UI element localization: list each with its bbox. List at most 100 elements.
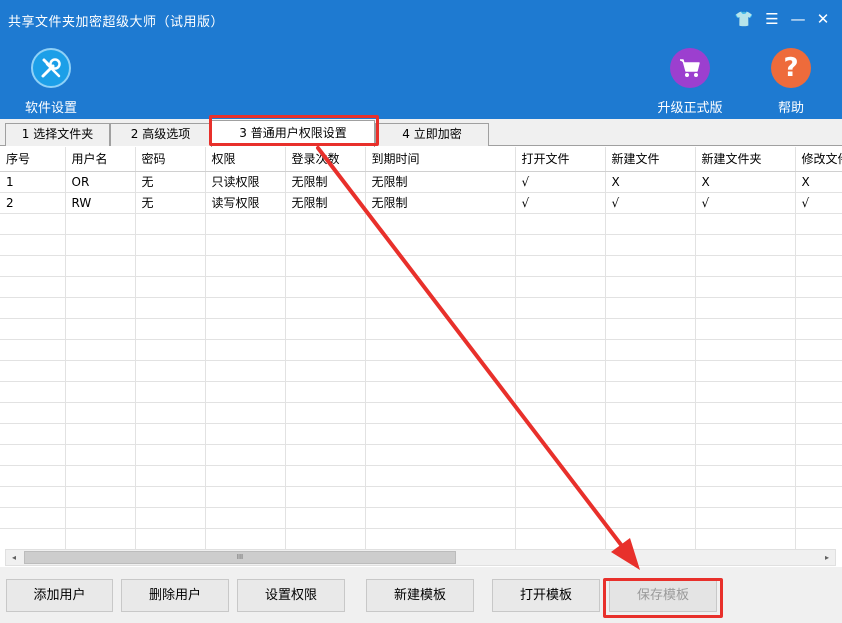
empty-cell [285,486,366,508]
tab-advanced-options[interactable]: 2 高级选项 [110,123,211,146]
table-row[interactable]: 1 OR 无只读权限 无限制 无限制 √ X X X [0,171,842,193]
close-icon[interactable]: ✕ [813,9,833,29]
empty-cell [205,528,286,549]
empty-cell [515,297,606,319]
column-header[interactable]: 修改文件 [795,147,842,172]
empty-cell [205,507,286,529]
table-cell: 无限制 [365,192,516,214]
empty-cell [135,213,206,235]
column-header[interactable]: 序号 [0,147,66,172]
software-settings-button[interactable]: 软件设置 [11,48,91,116]
empty-cell [0,213,66,235]
empty-cell [285,318,366,340]
empty-cell [605,486,696,508]
empty-cell [0,255,66,277]
table-cell: 只读权限 [205,171,286,193]
empty-cell [205,465,286,487]
empty-cell [135,360,206,382]
tab-select-folder[interactable]: 1 选择文件夹 [5,123,110,146]
shopping-cart-icon [670,48,710,88]
empty-cell [205,339,286,361]
column-header[interactable]: 新建文件夹 [695,147,796,172]
empty-cell [515,318,606,340]
empty-cell [65,381,136,403]
help-button[interactable]: ? 帮助 [751,48,831,116]
empty-cell [65,339,136,361]
empty-cell [65,507,136,529]
empty-cell [65,234,136,256]
column-header[interactable]: 密码 [135,147,206,172]
empty-cell [795,402,842,424]
empty-cell [365,528,516,549]
empty-cell [695,234,796,256]
column-header[interactable]: 权限 [205,147,286,172]
column-header[interactable]: 登录次数 [285,147,366,172]
table-cell: 无 [135,192,206,214]
scroll-right-icon[interactable]: ▸ [819,550,835,565]
empty-cell [65,486,136,508]
set-permission-button[interactable]: 设置权限 [237,579,345,612]
empty-cell [285,381,366,403]
tab-encrypt-now[interactable]: 4 立即加密 [375,123,489,146]
empty-cell [285,360,366,382]
empty-cell [0,381,66,403]
empty-cell [695,444,796,466]
scroll-left-icon[interactable]: ◂ [6,550,22,565]
empty-cell [515,486,606,508]
table-cell: 无 [135,171,206,193]
user-permission-table: 序号用户名密码权限登录次数到期时间打开文件新建文件新建文件夹修改文件 1OR无只… [0,147,842,549]
empty-table-row [0,360,842,382]
delete-user-button[interactable]: 删除用户 [121,579,229,612]
empty-cell [515,507,606,529]
column-header[interactable]: 用户名 [65,147,136,172]
table-cell: 无限制 [365,171,516,193]
table-cell: 读写权限 [205,192,286,214]
empty-cell [205,255,286,277]
window-title: 共享文件夹加密超级大师（试用版） [8,15,225,30]
empty-cell [0,528,66,549]
horizontal-scrollbar[interactable]: ◂ III ▸ [5,549,836,566]
empty-cell [695,528,796,549]
menu-icon[interactable]: ☰ [762,9,782,29]
empty-cell [135,255,206,277]
open-template-button[interactable]: 打开模板 [492,579,600,612]
empty-cell [515,465,606,487]
upgrade-button[interactable]: 升级正式版 [650,48,730,116]
empty-cell [795,381,842,403]
scrollbar-thumb[interactable]: III [24,551,456,564]
new-template-button[interactable]: 新建模板 [366,579,474,612]
empty-table-row [0,318,842,340]
empty-cell [365,213,516,235]
empty-cell [65,213,136,235]
empty-cell [695,297,796,319]
table-cell: √ [515,192,606,214]
table-row[interactable]: 2 RW 无读写权限 无限制 无限制 √ √ √ √ [0,192,842,214]
empty-cell [695,339,796,361]
empty-cell [0,486,66,508]
empty-cell [205,234,286,256]
empty-cell [365,318,516,340]
empty-cell [515,213,606,235]
tab-bar: 1 选择文件夹 2 高级选项 3 普通用户权限设置 4 立即加密 [0,119,842,147]
empty-cell [515,381,606,403]
empty-cell [205,297,286,319]
empty-cell [135,444,206,466]
column-header[interactable]: 新建文件 [605,147,696,172]
empty-cell [0,507,66,529]
empty-cell [285,465,366,487]
empty-cell [0,234,66,256]
column-header[interactable]: 打开文件 [515,147,606,172]
empty-cell [605,318,696,340]
table-cell: 无限制 [285,171,366,193]
empty-cell [695,402,796,424]
skin-icon[interactable]: 👕 [734,9,754,29]
column-header[interactable]: 到期时间 [365,147,516,172]
title-header: 共享文件夹加密超级大师（试用版） 👕 ☰ — ✕ 软件设置 升级正式版 ? 帮助 [0,0,842,119]
empty-cell [795,486,842,508]
add-user-button[interactable]: 添加用户 [6,579,113,612]
table-cell: RW [65,192,136,214]
minimize-icon[interactable]: — [788,9,808,29]
empty-table-row [0,423,842,445]
empty-cell [605,402,696,424]
empty-cell [205,486,286,508]
